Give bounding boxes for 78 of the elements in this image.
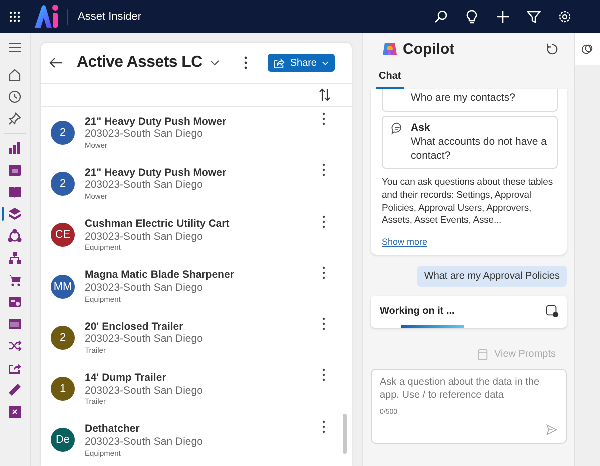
- asset-location: 203023-South San Diego: [85, 282, 204, 295]
- asset-name[interactable]: Dethatcher: [85, 423, 322, 436]
- book-icon[interactable]: [8, 185, 22, 199]
- suggestion-label: Ask: [411, 122, 432, 136]
- more-icon[interactable]: [244, 56, 248, 70]
- more-icon[interactable]: [322, 112, 326, 126]
- asset-location: 203023-South San Diego: [85, 384, 204, 398]
- show-more-link[interactable]: Show more: [382, 236, 558, 247]
- view-title[interactable]: Active Assets LC: [77, 54, 202, 72]
- copilot-title: Copilot: [403, 40, 455, 58]
- close-box-icon[interactable]: [8, 405, 22, 419]
- asset-name[interactable]: 21" Heavy Duty Push Mower: [85, 166, 322, 180]
- chat-bubble-icon: [391, 122, 404, 135]
- ruler-icon[interactable]: [8, 383, 22, 397]
- suggestion-text: Who are my contacts?: [411, 92, 516, 106]
- plus-icon[interactable]: [496, 10, 510, 24]
- avatar: De: [51, 428, 75, 452]
- more-icon[interactable]: [322, 368, 326, 382]
- suggestion-card[interactable]: Who are my contacts?: [382, 89, 558, 112]
- chevron-down-icon: [322, 60, 329, 66]
- bar-chart-icon[interactable]: [8, 141, 22, 155]
- hierarchy-icon[interactable]: [8, 251, 22, 265]
- refresh-icon[interactable]: [546, 42, 559, 56]
- asset-name[interactable]: Magna Matic Blade Sharpener: [85, 269, 322, 282]
- search-icon[interactable]: [434, 10, 448, 24]
- suggestion-text: What accounts do not have a contact?: [411, 136, 548, 164]
- avatar: 2: [51, 326, 75, 350]
- shuffle-icon[interactable]: [8, 339, 22, 353]
- window-icon[interactable]: [8, 317, 22, 331]
- settings-icon[interactable]: [558, 10, 572, 24]
- back-arrow-icon[interactable]: [49, 57, 63, 69]
- suggestion-card[interactable]: Ask What accounts do not have a contact?: [382, 116, 558, 170]
- avatar: CE: [51, 223, 75, 248]
- avatar: 2: [51, 120, 75, 145]
- stop-icon[interactable]: [546, 304, 559, 318]
- share-icon[interactable]: [8, 361, 22, 375]
- asset-location: 203023-South San Diego: [85, 179, 204, 192]
- share-icon: [274, 58, 286, 68]
- sort-icon[interactable]: [319, 88, 331, 102]
- calendar-icon[interactable]: [8, 163, 22, 177]
- copilot-icon[interactable]: [581, 42, 594, 56]
- lightbulb-icon[interactable]: [465, 10, 479, 24]
- chevron-down-icon[interactable]: [210, 60, 220, 66]
- avatar: 1: [51, 377, 75, 402]
- share-button[interactable]: Share: [268, 54, 335, 72]
- home-icon[interactable]: [8, 68, 22, 82]
- asset-location: 203023-South San Diego: [85, 128, 204, 141]
- more-icon[interactable]: [322, 214, 326, 229]
- asset-name[interactable]: 14' Dump Trailer: [85, 372, 322, 385]
- app-title: Asset Insider: [78, 10, 142, 22]
- cart-icon[interactable]: [8, 273, 22, 287]
- user-message: What are my Approval Policies: [417, 266, 567, 287]
- clock-icon[interactable]: [8, 90, 22, 104]
- copilot-logo: [382, 41, 398, 57]
- layers-icon[interactable]: [8, 207, 22, 221]
- asset-name[interactable]: Cushman Electric Utility Cart: [85, 218, 322, 231]
- more-icon[interactable]: [322, 420, 326, 434]
- menu-icon[interactable]: [8, 41, 22, 55]
- pin-icon[interactable]: [8, 112, 22, 126]
- document-icon: [478, 348, 488, 361]
- avatar: 2: [51, 172, 75, 196]
- intro-text: You can ask questions about these tables and their records: Settings, Approval Policies, Approval Users, Approvers, Assets, Asset Events, Asse...: [382, 177, 554, 228]
- avatar: MM: [51, 274, 75, 299]
- app-launcher-icon[interactable]: [9, 10, 21, 22]
- status-text: Working on it ...: [380, 306, 455, 317]
- more-icon[interactable]: [322, 163, 326, 178]
- asset-location: 203023-South San Diego: [85, 230, 204, 244]
- asset-name[interactable]: 21" Heavy Duty Push Mower: [85, 116, 322, 128]
- id-card-icon[interactable]: [8, 295, 22, 309]
- asset-location: 203023-South San Diego: [85, 333, 204, 346]
- asset-location: 203023-South San Diego: [85, 436, 204, 449]
- message-input[interactable]: Ask a question about the data in the app. Use / to reference data: [380, 376, 558, 406]
- cycle-icon[interactable]: [8, 229, 22, 243]
- more-icon[interactable]: [322, 266, 326, 280]
- asset-name[interactable]: 20' Enclosed Trailer: [85, 320, 322, 334]
- more-icon[interactable]: [322, 317, 326, 332]
- filter-icon[interactable]: [527, 10, 541, 24]
- scrollbar-thumb[interactable]: [343, 414, 347, 454]
